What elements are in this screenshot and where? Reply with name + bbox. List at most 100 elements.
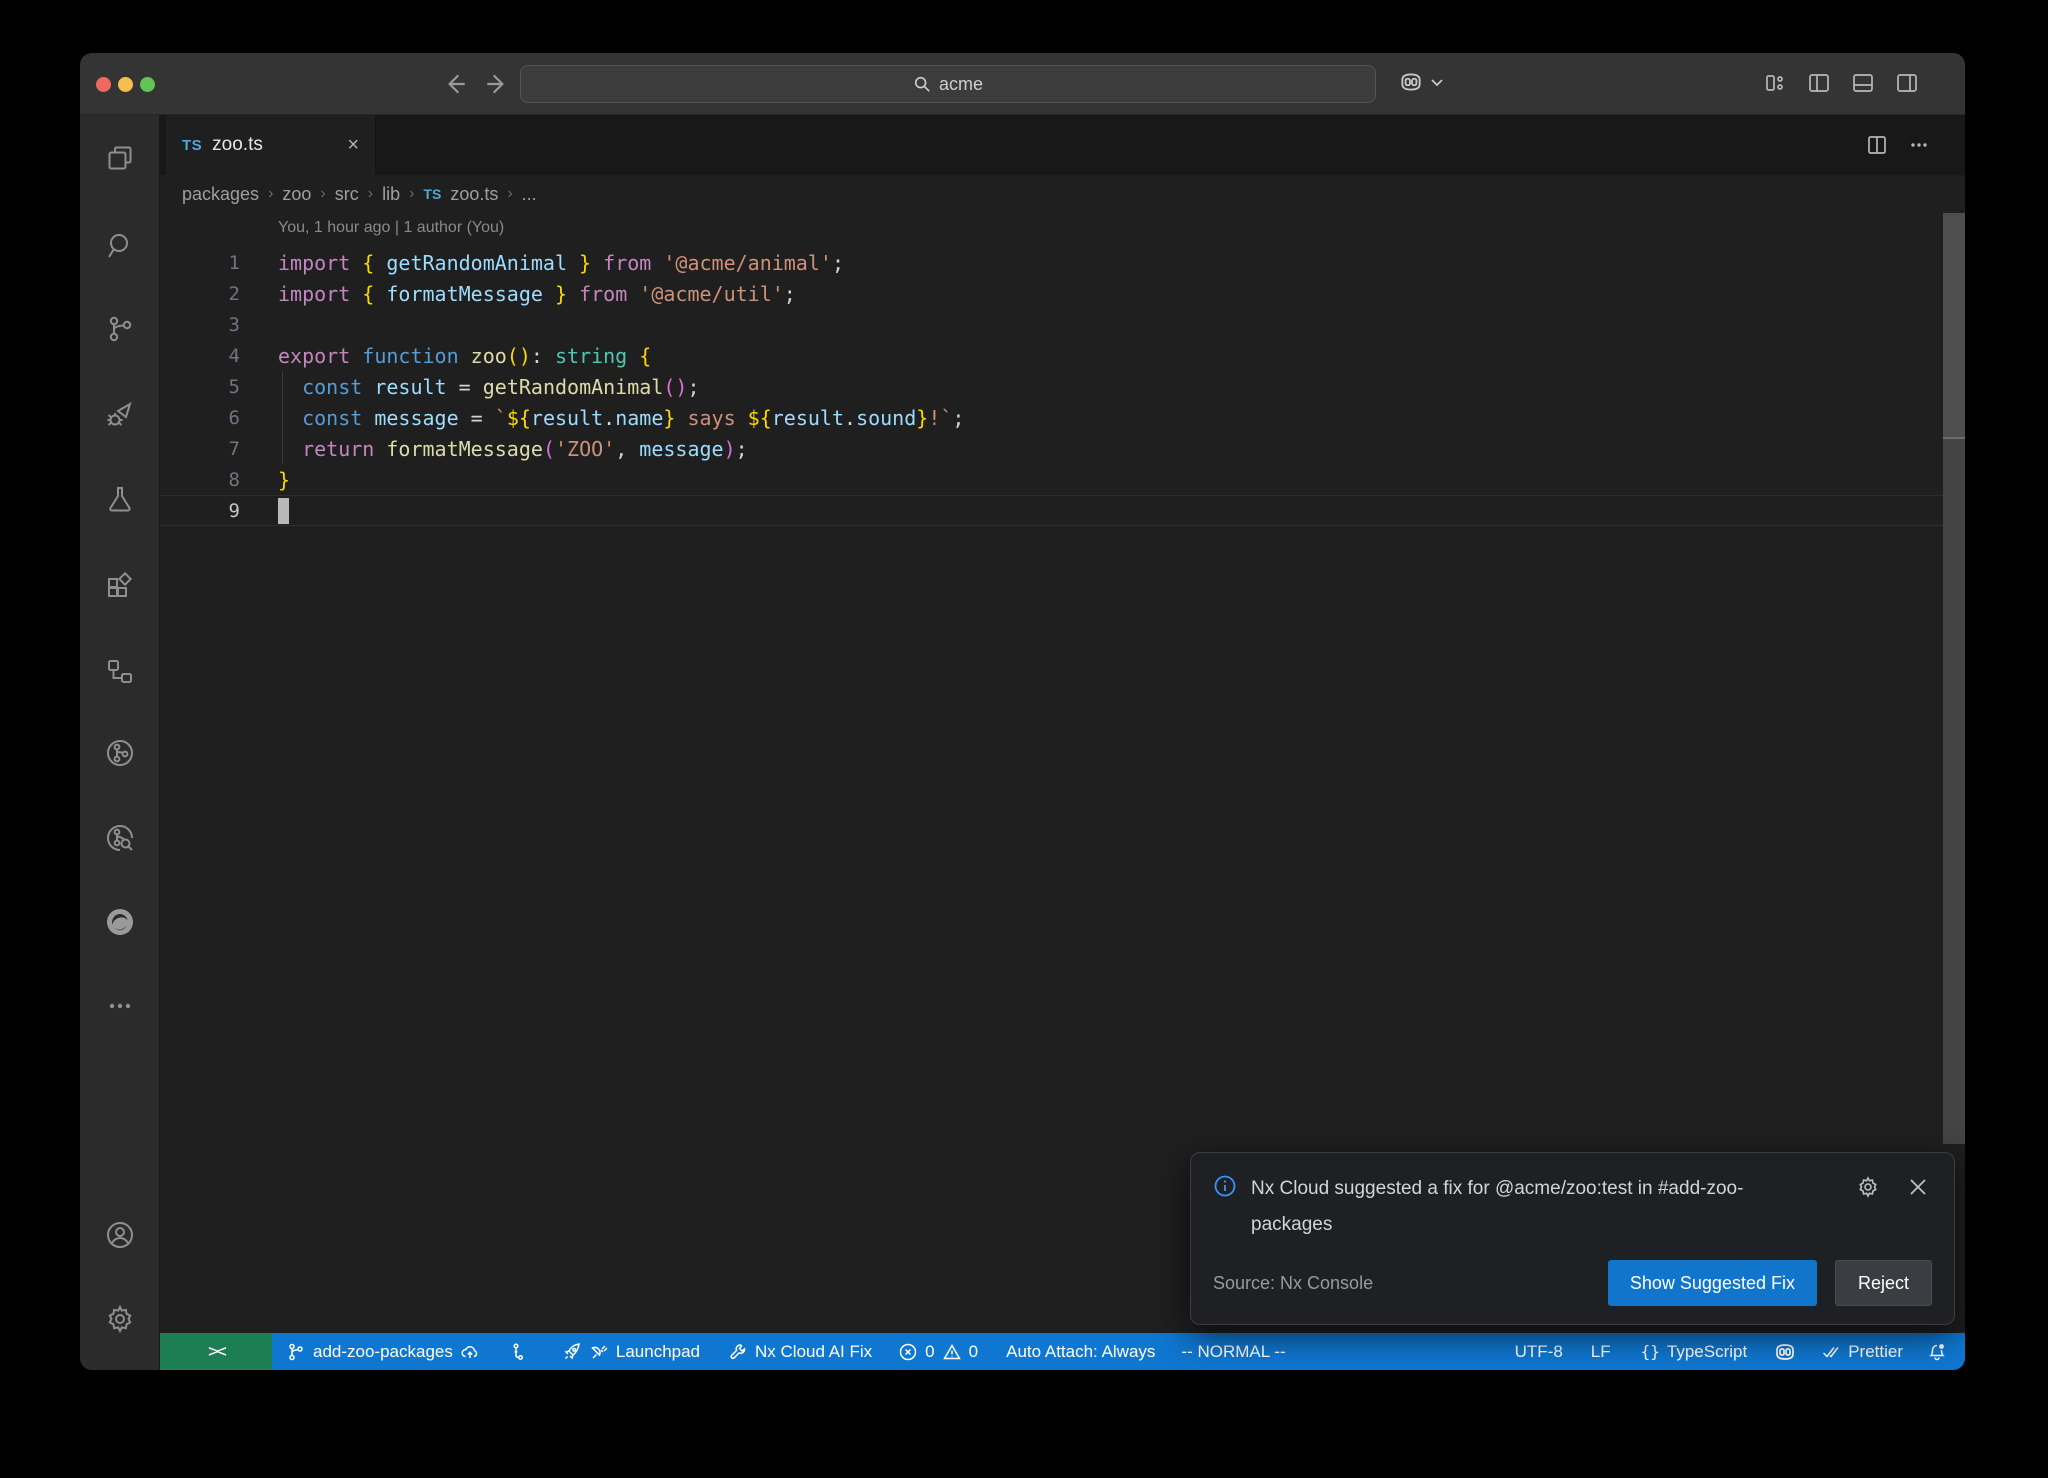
more-actions-icon[interactable] (1907, 133, 1931, 157)
graph-search-icon[interactable] (104, 822, 136, 854)
extensions-icon[interactable] (104, 569, 136, 601)
typescript-file-icon: TS (182, 137, 202, 154)
code-text: import { getRandomAnimal } from '@acme/a… (278, 251, 844, 275)
notifications-item[interactable] (1927, 1342, 1947, 1362)
close-tab-icon[interactable]: × (347, 135, 359, 155)
line-number: 2 (160, 283, 240, 305)
code-text: export function zoo(): string { (278, 344, 651, 368)
remote-indicator[interactable]: >< (160, 1333, 272, 1370)
tab-bar: TS zoo.ts × (160, 115, 1965, 175)
scrollbar-thumb[interactable] (1943, 213, 1965, 437)
breadcrumb-separator: › (507, 185, 512, 203)
forward-arrow-icon[interactable] (484, 71, 510, 97)
commit-graph-icon[interactable] (104, 737, 136, 769)
back-arrow-icon[interactable] (442, 71, 468, 97)
language-item[interactable]: {} TypeScript (1641, 1342, 1748, 1362)
toggle-sidebar-icon[interactable] (1807, 71, 1831, 95)
search-value: acme (939, 74, 983, 95)
status-bar: >< add-zoo-packages L (160, 1333, 1965, 1370)
settings-gear-icon[interactable] (104, 1303, 136, 1335)
pipeline-item[interactable] (508, 1342, 528, 1362)
code-line[interactable]: 4 export function zoo(): string { (160, 340, 1965, 371)
toast-source: Source: Nx Console (1213, 1273, 1373, 1294)
browser-swirl-icon[interactable] (104, 906, 136, 938)
problems-item[interactable]: 0 0 (898, 1342, 978, 1362)
breadcrumb-item[interactable]: packages (182, 184, 259, 205)
search-icon[interactable] (104, 230, 136, 262)
zoom-window-button[interactable] (140, 77, 155, 92)
git-codelens[interactable]: You, 1 hour ago | 1 author (You) (278, 219, 504, 237)
nx-cloud-fix-item[interactable]: Nx Cloud AI Fix (728, 1342, 872, 1362)
breadcrumb-file[interactable]: zoo.ts (450, 184, 498, 205)
toggle-panel-icon[interactable] (1851, 71, 1875, 95)
split-editor-icon[interactable] (1865, 133, 1889, 157)
copilot-icon (1398, 69, 1424, 95)
encoding-item[interactable]: UTF-8 (1515, 1342, 1563, 1362)
toggle-secondary-sidebar-icon[interactable] (1895, 71, 1919, 95)
account-icon[interactable] (104, 1219, 136, 1251)
customize-layout-icon[interactable] (1763, 71, 1787, 95)
code-text: import { formatMessage } from '@acme/uti… (278, 282, 796, 306)
code-text: const result = getRandomAnimal(); (278, 375, 700, 399)
wrench-icon (728, 1342, 748, 1362)
copilot-menu[interactable] (1398, 69, 1444, 95)
plug-icon (589, 1342, 609, 1362)
info-icon (1213, 1174, 1237, 1198)
rocket-icon (562, 1342, 582, 1362)
close-icon[interactable] (1906, 1175, 1930, 1199)
line-number: 1 (160, 252, 240, 274)
git-branch-icon (286, 1342, 306, 1362)
code-text: } (278, 468, 290, 492)
line-number: 5 (160, 376, 240, 398)
code-line[interactable]: 8} (160, 464, 1965, 495)
scrollbar-track[interactable] (1943, 439, 1965, 1144)
reject-button[interactable]: Reject (1835, 1260, 1932, 1306)
screen: acme (0, 0, 2048, 1478)
code-line[interactable]: 2 import { formatMessage } from '@acme/ut… (160, 278, 1965, 309)
breadcrumb-item[interactable]: lib (382, 184, 400, 205)
breadcrumb-item[interactable]: src (335, 184, 359, 205)
chevron-down-icon (1430, 75, 1444, 89)
gear-icon[interactable] (1856, 1175, 1880, 1199)
title-bar: acme (80, 53, 1965, 115)
code-line[interactable]: 3 (160, 309, 1965, 340)
code-line[interactable]: 9 (160, 495, 1965, 526)
typescript-file-icon: TS (423, 186, 441, 202)
copilot-status-item[interactable] (1773, 1340, 1797, 1364)
minimize-window-button[interactable] (118, 77, 133, 92)
block-cursor (278, 498, 289, 524)
code-line[interactable]: 6 const message = `${result.name} says $… (160, 402, 1965, 433)
auto-attach-item[interactable]: Auto Attach: Always (1006, 1342, 1155, 1362)
command-center-search[interactable]: acme (520, 65, 1376, 103)
run-and-debug-icon[interactable] (104, 399, 136, 431)
line-number: 8 (160, 469, 240, 491)
flowchart-icon[interactable] (104, 655, 136, 687)
breadcrumb-more[interactable]: ... (522, 184, 537, 205)
traffic-lights (96, 77, 155, 92)
source-control-icon[interactable] (104, 313, 136, 345)
indent-guide (282, 371, 283, 464)
branch-item[interactable]: add-zoo-packages (286, 1342, 480, 1362)
code-line[interactable]: 7 return formatMessage('ZOO', message); (160, 433, 1965, 464)
line-number: 6 (160, 407, 240, 429)
eol-item[interactable]: LF (1591, 1342, 1611, 1362)
more-icon[interactable] (104, 990, 136, 1022)
launchpad-item[interactable]: Launchpad (562, 1342, 700, 1362)
pipeline-icon (508, 1342, 528, 1362)
testing-icon[interactable] (104, 483, 136, 515)
vim-mode-item[interactable]: -- NORMAL -- (1181, 1342, 1285, 1362)
breadcrumb-item[interactable]: zoo (282, 184, 311, 205)
activity-bar (80, 115, 160, 1370)
explorer-icon[interactable] (104, 143, 136, 175)
code-line[interactable]: 5 const result = getRandomAnimal(); (160, 371, 1965, 402)
code-text: const message = `${result.name} says ${r… (278, 406, 964, 430)
editor-scrollbar[interactable] (1943, 213, 1965, 1144)
show-suggested-fix-button[interactable]: Show Suggested Fix (1608, 1260, 1817, 1306)
prettier-item[interactable]: Prettier (1821, 1342, 1903, 1362)
line-number: 4 (160, 345, 240, 367)
line-number: 7 (160, 438, 240, 460)
code-line[interactable]: 1 import { getRandomAnimal } from '@acme/… (160, 247, 1965, 278)
bell-dot-icon (1927, 1342, 1947, 1362)
tab-zoo-ts[interactable]: TS zoo.ts × (166, 115, 376, 175)
close-window-button[interactable] (96, 77, 111, 92)
